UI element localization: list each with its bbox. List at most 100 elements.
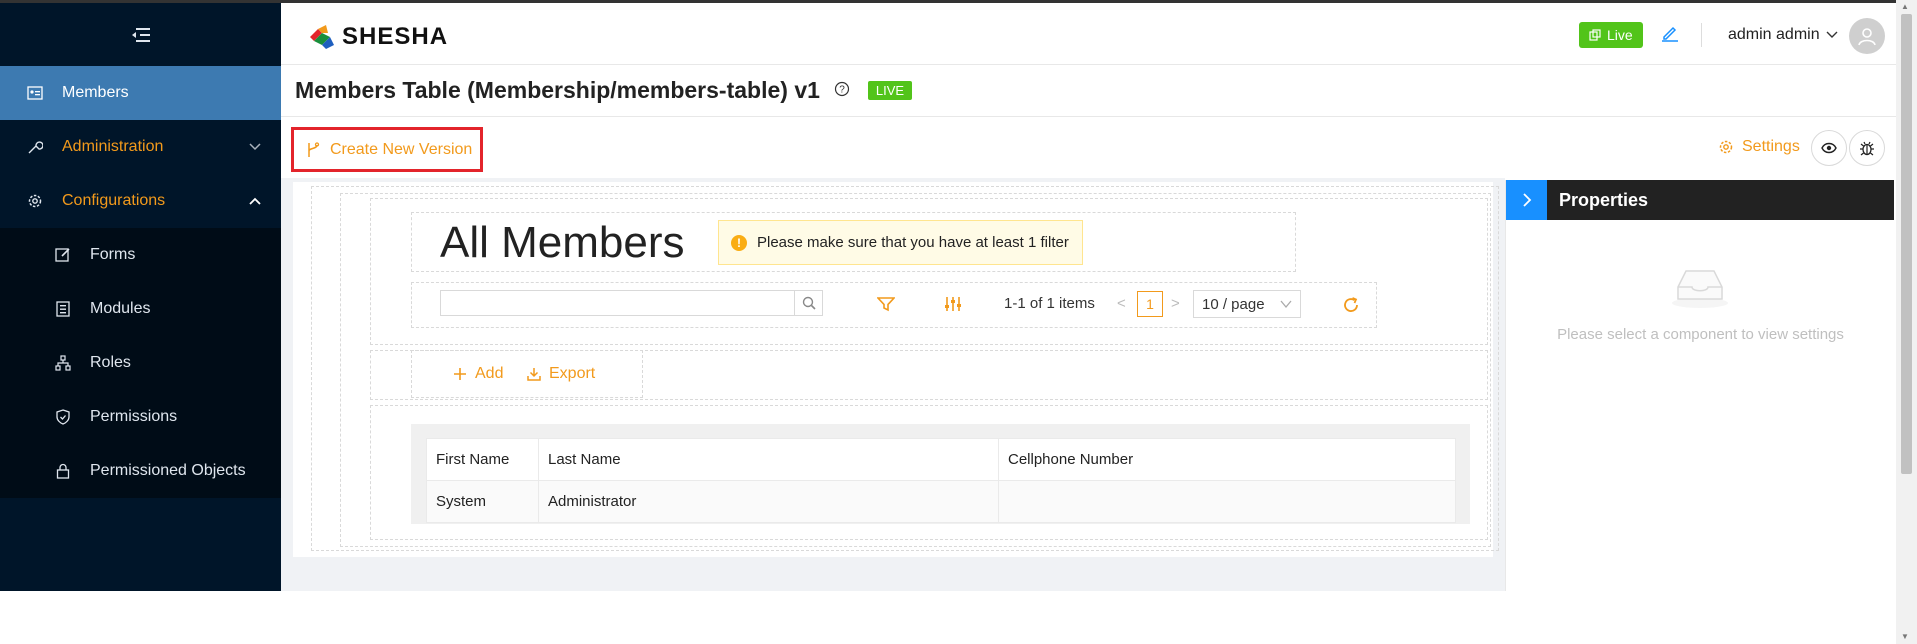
sidebar-item-forms[interactable]: Forms (0, 228, 281, 282)
edit-mode-button[interactable] (1661, 24, 1679, 46)
sidebar-item-members[interactable]: Members (0, 66, 281, 120)
sidebar-item-roles[interactable]: Roles (0, 336, 281, 390)
edit-form-icon (54, 246, 72, 264)
live-label: Live (1607, 27, 1633, 43)
create-new-version-button[interactable]: Create New Version (291, 127, 483, 172)
app-header: SHESHA Live admin admin (281, 3, 1896, 65)
sidebar-item-label: Configurations (62, 192, 166, 209)
table-header-row: First Name Last Name Cellphone Number (426, 438, 1456, 481)
avatar[interactable] (1849, 18, 1885, 54)
status-badge: LIVE (867, 81, 913, 100)
current-page-button[interactable]: 1 (1137, 291, 1163, 317)
pencil-icon (1662, 26, 1678, 42)
properties-panel: Properties Please select a component to … (1505, 180, 1894, 591)
plus-icon (454, 368, 466, 380)
sidebar-collapse-button[interactable] (0, 3, 281, 66)
properties-title: Properties (1559, 189, 1649, 210)
search-icon (802, 296, 816, 310)
empty-inbox-icon (1668, 265, 1732, 313)
pagination-summary: 1-1 of 1 items (1004, 295, 1095, 312)
page-scrollbar[interactable]: ▲ ▼ (1896, 0, 1917, 644)
sidebar-item-label: Roles (90, 354, 131, 371)
roles-icon (54, 354, 72, 372)
svg-text:?: ? (839, 84, 845, 95)
export-label: Export (549, 365, 596, 382)
properties-toggle-button[interactable] (1506, 180, 1547, 220)
settings-button[interactable]: Settings (1718, 138, 1800, 156)
eye-icon (1821, 142, 1837, 154)
wrench-icon (26, 138, 44, 156)
table-filter-button[interactable] (876, 296, 896, 316)
cell-cellphone (998, 480, 1456, 523)
sidebar-item-label: Modules (90, 300, 151, 317)
sidebar-item-administration[interactable]: Administration (0, 120, 281, 174)
page-title: Members Table (Membership/members-table)… (295, 77, 820, 103)
scrollbar-thumb[interactable] (1901, 14, 1912, 474)
chevron-down-icon (1280, 300, 1292, 309)
reload-icon (1344, 297, 1358, 312)
settings-label: Settings (1742, 138, 1800, 155)
id-card-icon (26, 84, 44, 102)
chevron-up-icon (249, 192, 261, 210)
chevron-down-icon (1826, 31, 1838, 38)
column-settings-button[interactable] (943, 296, 963, 316)
gear-icon (26, 192, 44, 210)
user-menu[interactable]: admin admin (1728, 26, 1838, 44)
user-icon (1858, 28, 1876, 46)
refresh-button[interactable] (1342, 296, 1360, 318)
modules-icon (54, 300, 72, 318)
add-button[interactable]: Add (453, 365, 503, 383)
sidebar-item-permissions[interactable]: Permissions (0, 390, 281, 444)
search-button[interactable] (795, 290, 823, 316)
brand-logo[interactable]: SHESHA (308, 23, 448, 51)
sidebar-item-modules[interactable]: Modules (0, 282, 281, 336)
sidebar-item-label: Administration (62, 138, 164, 155)
debug-button[interactable] (1849, 130, 1885, 166)
branch-icon (308, 141, 320, 157)
export-button[interactable]: Export (527, 365, 595, 383)
table-row[interactable]: System Administrator (426, 480, 1456, 523)
properties-header: Properties (1506, 180, 1894, 220)
lock-icon (54, 462, 72, 480)
sidebar-item-label: Permissioned Objects (90, 462, 246, 479)
sidebar-item-label: Forms (90, 246, 136, 263)
properties-empty-text: Please select a component to view settin… (1557, 326, 1844, 343)
cell-first-name: System (426, 480, 539, 523)
page-size-select[interactable]: 10 / page (1193, 290, 1301, 318)
members-heading[interactable]: All Members (440, 218, 685, 268)
bug-icon (1860, 141, 1874, 156)
shesha-logo-icon (310, 25, 334, 49)
exclamation-circle-icon: ! (731, 234, 747, 251)
filter-warning-text: Please make sure that you have at least … (757, 234, 1069, 251)
filter-icon (876, 297, 896, 312)
scroll-down-arrow-icon[interactable]: ▼ (1901, 632, 1909, 641)
column-header-first-name[interactable]: First Name (426, 438, 539, 481)
sidebar-item-configurations[interactable]: Configurations (0, 174, 281, 228)
user-name-label: admin admin (1728, 26, 1820, 43)
chevron-down-icon (249, 138, 261, 156)
chevron-right-icon (1522, 193, 1531, 207)
column-header-cellphone[interactable]: Cellphone Number (998, 438, 1456, 481)
preview-button[interactable] (1811, 130, 1847, 166)
column-header-last-name[interactable]: Last Name (538, 438, 999, 481)
menu-fold-icon (131, 27, 150, 42)
sliders-icon (945, 297, 961, 311)
shield-icon (54, 408, 72, 426)
live-mode-toggle[interactable]: Live (1579, 22, 1643, 48)
gear-icon (1719, 140, 1733, 154)
scroll-up-arrow-icon[interactable]: ▲ (1901, 2, 1909, 11)
sidebar-item-label: Permissions (90, 408, 178, 425)
brand-name: SHESHA (342, 23, 449, 50)
page-title-bar: Members Table (Membership/members-table)… (295, 77, 913, 104)
create-new-version-label: Create New Version (330, 140, 473, 158)
prev-page-button[interactable]: < (1117, 295, 1126, 312)
filter-warning-alert: ! Please make sure that you have at leas… (718, 220, 1083, 265)
next-page-button[interactable]: > (1171, 295, 1180, 312)
members-table: First Name Last Name Cellphone Number Sy… (426, 438, 1456, 523)
configurations-submenu: Forms Modules Roles Permissions Permissi… (0, 228, 281, 498)
cell-last-name: Administrator (538, 480, 999, 523)
search-input[interactable] (440, 290, 795, 316)
question-circle-icon[interactable]: ? (834, 81, 850, 101)
sidebar-item-permissioned-objects[interactable]: Permissioned Objects (0, 444, 281, 498)
header-divider (1701, 23, 1702, 47)
